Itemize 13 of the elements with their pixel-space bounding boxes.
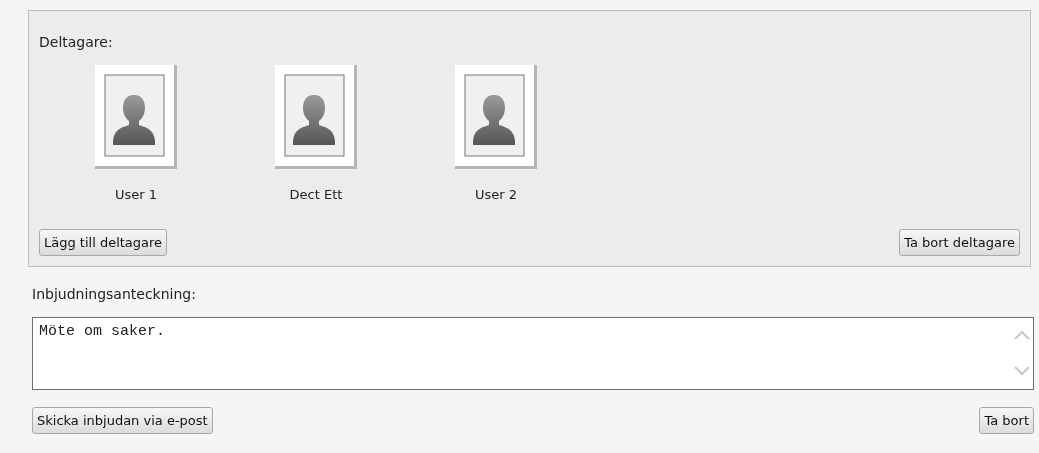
delete-button[interactable]: Ta bort	[979, 407, 1034, 434]
avatar-icon	[95, 65, 177, 169]
avatar-icon	[455, 65, 537, 169]
participant-name: Dect Ett	[289, 187, 343, 202]
participants-label: Deltagare:	[39, 33, 114, 51]
participant-name: User 2	[474, 187, 517, 202]
note-label: Inbjudningsanteckning:	[32, 285, 197, 303]
avatar-icon	[275, 65, 357, 169]
add-participant-button[interactable]: Lägg till deltagare	[39, 229, 168, 256]
remove-participant-button[interactable]: Ta bort deltagare	[899, 229, 1020, 256]
note-field[interactable]: Möte om saker.	[32, 317, 1034, 390]
participant-name: User 1	[114, 187, 157, 202]
send-email-invite-button[interactable]: Skicka inbjudan via e-post	[32, 407, 213, 434]
